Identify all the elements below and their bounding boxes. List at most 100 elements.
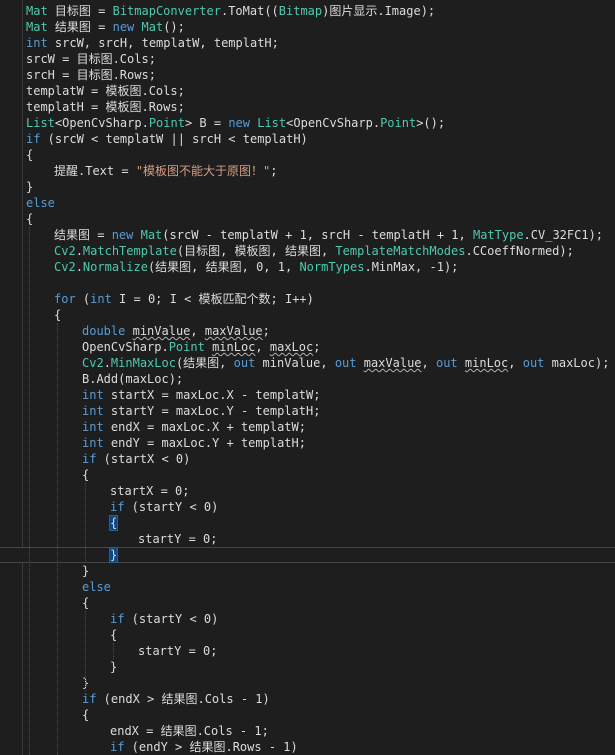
code-token: if xyxy=(110,500,125,514)
code-line[interactable]: } xyxy=(0,179,615,195)
code-token: (startY < 0) xyxy=(124,500,219,514)
code-line[interactable]: Cv2.MinMaxLoc(结果图, out minValue, out max… xyxy=(0,355,615,371)
code-token: MatType xyxy=(472,228,524,242)
code-line[interactable]: { xyxy=(0,595,615,611)
code-line[interactable]: templatH = 模板图.Rows; xyxy=(0,99,615,115)
code-token: . xyxy=(103,356,111,370)
code-text: OpenCvSharp.Point minLoc, maxLoc; xyxy=(82,339,320,355)
code-text: else xyxy=(26,195,55,211)
code-token: srcH = 目标图.Rows; xyxy=(26,68,156,82)
code-token: endY = maxLoc.Y + templatH; xyxy=(103,436,306,450)
code-text: Mat 目标图 = BitmapConverter.ToMat((Bitmap)… xyxy=(26,3,435,19)
code-line[interactable]: } xyxy=(0,563,615,579)
code-token: if xyxy=(82,452,97,466)
code-line[interactable]: 提醒.Text = "模板图不能大于原图！"; xyxy=(0,163,615,179)
code-line[interactable]: startY = 0; xyxy=(0,643,615,659)
code-text: Cv2.Normalize(结果图, 结果图, 0, 1, NormTypes.… xyxy=(54,259,458,275)
code-editor[interactable]: Mat 目标图 = BitmapConverter.ToMat((Bitmap)… xyxy=(0,0,615,755)
code-token: . xyxy=(75,244,83,258)
code-text: if (startX < 0) xyxy=(82,451,190,467)
code-line[interactable]: int endX = maxLoc.X + templatW; xyxy=(0,419,615,435)
code-token: 提醒.Text = xyxy=(54,164,136,178)
code-line[interactable]: startX = 0; xyxy=(0,483,615,499)
code-text: { xyxy=(82,595,89,611)
code-line[interactable]: { xyxy=(0,211,615,227)
code-line[interactable]: srcW = 目标图.Cols; xyxy=(0,51,615,67)
code-token: ( xyxy=(75,292,91,306)
code-token: for xyxy=(54,292,76,306)
indent-guide xyxy=(85,611,86,691)
code-token: (srcW - templatW + 1, srcH - templatH + … xyxy=(162,228,473,242)
code-line[interactable]: else xyxy=(0,195,615,211)
code-token: (结果图, 结果图, 0, 1, xyxy=(147,260,300,274)
code-line[interactable]: templatW = 模板图.Cols; xyxy=(0,83,615,99)
code-token: )图片显示.Image); xyxy=(322,4,436,18)
code-line[interactable]: endX = 结果图.Cols - 1; xyxy=(0,723,615,739)
code-line[interactable]: int endY = maxLoc.Y + templatH; xyxy=(0,435,615,451)
code-token: startY = 0; xyxy=(138,644,218,658)
code-token: Mat xyxy=(26,4,48,18)
code-line[interactable]: OpenCvSharp.Point minLoc, maxLoc; xyxy=(0,339,615,355)
code-line[interactable]: if (srcW < templatW || srcH < templatH) xyxy=(0,131,615,147)
code-token: } xyxy=(110,660,118,674)
code-text: if (endY > 结果图.Rows - 1) xyxy=(110,739,298,755)
code-line[interactable]: { xyxy=(0,147,615,163)
code-token: templatW = 模板图.Cols; xyxy=(26,84,185,98)
code-token: (srcW < templatW || srcH < templatH) xyxy=(40,132,308,146)
code-line[interactable]: List<OpenCvSharp.Point> B = new List<Ope… xyxy=(0,115,615,131)
code-token: ; xyxy=(313,340,321,354)
code-line[interactable]: for (int I = 0; I < 模板匹配个数; I++) xyxy=(0,291,615,307)
code-text: 结果图 = new Mat(srcW - templatW + 1, srcH … xyxy=(54,227,603,243)
code-token: srcW, srcH, templatW, templatH; xyxy=(47,36,279,50)
code-text: Cv2.MinMaxLoc(结果图, out minValue, out max… xyxy=(82,355,609,371)
code-line[interactable]: if (startY < 0) xyxy=(0,611,615,627)
code-line[interactable]: B.Add(maxLoc); xyxy=(0,371,615,387)
code-token: Cv2 xyxy=(82,356,104,370)
code-line[interactable]: if (startY < 0) xyxy=(0,499,615,515)
code-line[interactable]: double minValue, maxValue; xyxy=(0,323,615,339)
code-line[interactable]: int srcW, srcH, templatW, templatH; xyxy=(0,35,615,51)
code-text: 提醒.Text = "模板图不能大于原图！"; xyxy=(54,163,278,179)
code-line[interactable]: srcH = 目标图.Rows; xyxy=(0,67,615,83)
code-token: maxValue xyxy=(204,324,263,338)
code-text: List<OpenCvSharp.Point> B = new List<Ope… xyxy=(26,115,445,131)
code-line[interactable]: } xyxy=(0,659,615,675)
code-line[interactable]: 结果图 = new Mat(srcW - templatW + 1, srcH … xyxy=(0,227,615,243)
code-line[interactable]: { xyxy=(0,627,615,643)
code-token: >(); xyxy=(416,116,446,130)
code-token: out xyxy=(334,356,357,370)
code-line[interactable]: Mat 结果图 = new Mat(); xyxy=(0,19,615,35)
code-token: new xyxy=(228,116,250,130)
code-line[interactable]: { xyxy=(0,307,615,323)
code-line[interactable]: Cv2.Normalize(结果图, 结果图, 0, 1, NormTypes.… xyxy=(0,259,615,275)
code-token: ; xyxy=(270,164,278,178)
code-line[interactable]: Cv2.MatchTemplate(目标图, 模板图, 结果图, Templat… xyxy=(0,243,615,259)
code-line[interactable]: startY = 0; xyxy=(0,531,615,547)
code-token: out xyxy=(435,356,458,370)
code-line-current[interactable]: } xyxy=(0,547,615,563)
code-token: startY = 0; xyxy=(138,532,218,546)
code-text: if (startY < 0) xyxy=(110,611,218,627)
code-line[interactable]: { xyxy=(0,467,615,483)
code-token: Mat xyxy=(26,20,48,34)
code-token: , xyxy=(421,356,436,370)
code-line[interactable]: if (startX < 0) xyxy=(0,451,615,467)
code-line[interactable]: else xyxy=(0,579,615,595)
code-line[interactable]: } xyxy=(0,675,615,691)
code-line[interactable]: { xyxy=(0,707,615,723)
code-token: else xyxy=(82,580,111,594)
code-line[interactable] xyxy=(0,275,615,291)
indent-guide xyxy=(85,483,86,563)
code-token: 目标图 = xyxy=(47,4,113,18)
code-token: > B = xyxy=(184,116,229,130)
code-line[interactable]: if (endY > 结果图.Rows - 1) xyxy=(0,739,615,755)
code-line[interactable]: { xyxy=(0,515,615,531)
code-line[interactable]: int startX = maxLoc.X - templatW; xyxy=(0,387,615,403)
code-token: else xyxy=(26,196,55,210)
code-line[interactable]: Mat 目标图 = BitmapConverter.ToMat((Bitmap)… xyxy=(0,3,615,19)
code-token: .MinMax, -1); xyxy=(364,260,459,274)
code-line[interactable]: if (endX > 结果图.Cols - 1) xyxy=(0,691,615,707)
code-token: maxValue xyxy=(363,356,422,370)
code-text: int endY = maxLoc.Y + templatH; xyxy=(82,435,306,451)
code-line[interactable]: int startY = maxLoc.Y - templatH; xyxy=(0,403,615,419)
